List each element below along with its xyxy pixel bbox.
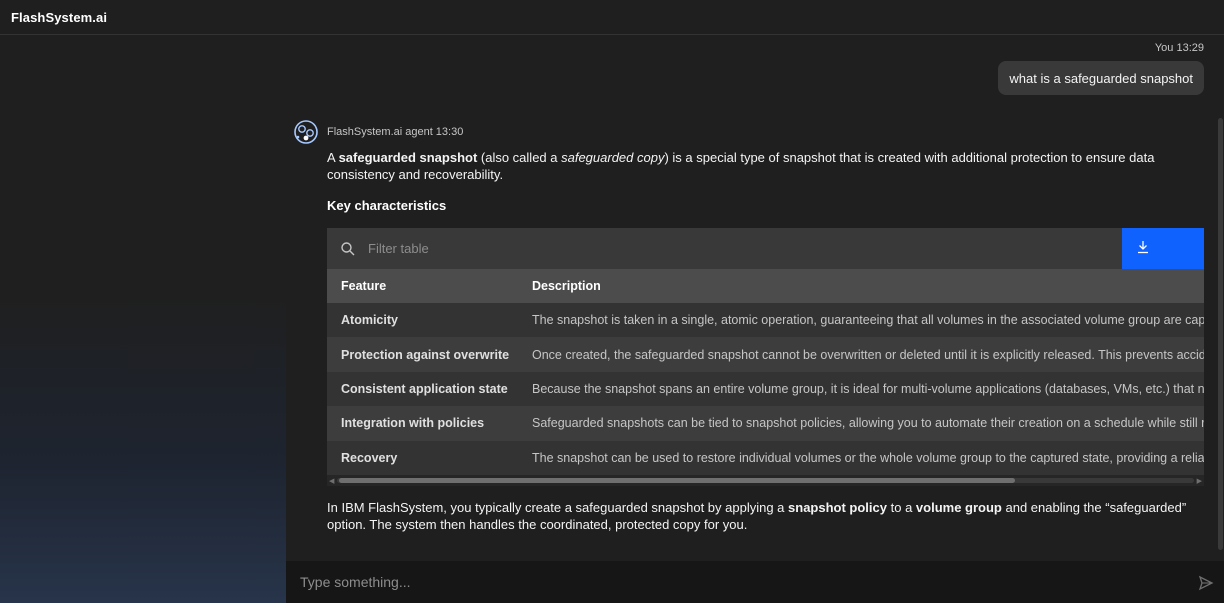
closing-bold-term: snapshot policy xyxy=(788,500,887,515)
user-message-bubble: what is a safeguarded snapshot xyxy=(998,61,1204,95)
table-row: Consistent application state Because the… xyxy=(327,371,1204,407)
scroll-thumb[interactable] xyxy=(339,478,1015,483)
chat-vertical-scrollbar[interactable] xyxy=(1218,118,1223,550)
description-cell: Because the snapshot spans an entire vol… xyxy=(532,381,1204,396)
table-row: Protection against overwrite Once create… xyxy=(327,337,1204,372)
filter-table-input[interactable] xyxy=(361,228,1121,269)
agent-message-meta: FlashSystem.ai agent 13:30 xyxy=(327,126,463,138)
scroll-left-icon[interactable]: ◀ xyxy=(329,477,334,485)
feature-cell: Consistent application state xyxy=(341,381,508,396)
intro-italic-term: safeguarded copy xyxy=(561,150,665,165)
table-row: Integration with policies Safeguarded sn… xyxy=(327,406,1204,441)
user-message-text: what is a safeguarded snapshot xyxy=(1009,70,1193,86)
app-header: FlashSystem.ai xyxy=(0,0,1224,35)
description-cell: Once created, the safeguarded snapshot c… xyxy=(532,347,1204,362)
feature-cell: Atomicity xyxy=(341,313,398,328)
table-row: Recovery The snapshot can be used to res… xyxy=(327,440,1204,475)
user-sender: You xyxy=(1154,42,1174,54)
intro-text: (also called a xyxy=(477,150,562,165)
user-message-time: 13:29 xyxy=(1176,42,1204,54)
table-header-row: Feature Description xyxy=(327,269,1204,303)
description-cell: Safeguarded snapshots can be tied to sna… xyxy=(532,416,1204,431)
agent-intro-paragraph: A safeguarded snapshot (also called a sa… xyxy=(327,149,1204,183)
sidebar-background xyxy=(0,35,286,603)
send-button[interactable] xyxy=(1198,575,1214,591)
intro-text: A xyxy=(327,150,339,165)
feature-cell: Protection against overwrite xyxy=(341,347,510,362)
app-title: FlashSystem.ai xyxy=(11,9,108,25)
characteristics-table: Feature Description Atomicity The snapsh… xyxy=(327,228,1204,486)
closing-text: In IBM FlashSystem, you typically create… xyxy=(327,500,789,515)
column-header-feature[interactable]: Feature xyxy=(341,269,386,303)
description-cell: The snapshot can be used to restore indi… xyxy=(532,450,1204,465)
table-body: Feature Description Atomicity The snapsh… xyxy=(327,269,1204,475)
agent-message-time: 13:30 xyxy=(435,126,464,138)
feature-cell: Integration with policies xyxy=(341,416,485,431)
send-icon xyxy=(1198,575,1214,591)
column-header-description[interactable]: Description xyxy=(532,269,601,303)
user-message-meta: You 13:29 xyxy=(1155,42,1204,54)
table-row: Atomicity The snapshot is taken in a sin… xyxy=(327,303,1204,338)
agent-closing-paragraph: In IBM FlashSystem, you typically create… xyxy=(327,499,1207,533)
message-composer xyxy=(286,561,1224,603)
table-horizontal-scrollbar[interactable]: ◀ ▶ xyxy=(327,475,1204,486)
message-input[interactable] xyxy=(286,561,1186,603)
description-cell: The snapshot is taken in a single, atomi… xyxy=(532,313,1204,328)
download-button[interactable] xyxy=(1122,228,1204,269)
section-title: Key characteristics xyxy=(327,198,447,213)
agent-avatar-icon xyxy=(293,119,319,145)
closing-bold-term: volume group xyxy=(915,500,1002,515)
download-icon xyxy=(1138,241,1148,254)
intro-bold-term: safeguarded snapshot xyxy=(338,150,478,165)
search-icon xyxy=(340,241,356,257)
table-toolbar xyxy=(327,228,1204,269)
feature-cell: Recovery xyxy=(341,450,398,465)
closing-text: to a xyxy=(887,500,916,515)
agent-sender: FlashSystem.ai agent xyxy=(327,126,433,138)
scroll-right-icon[interactable]: ▶ xyxy=(1197,477,1202,485)
